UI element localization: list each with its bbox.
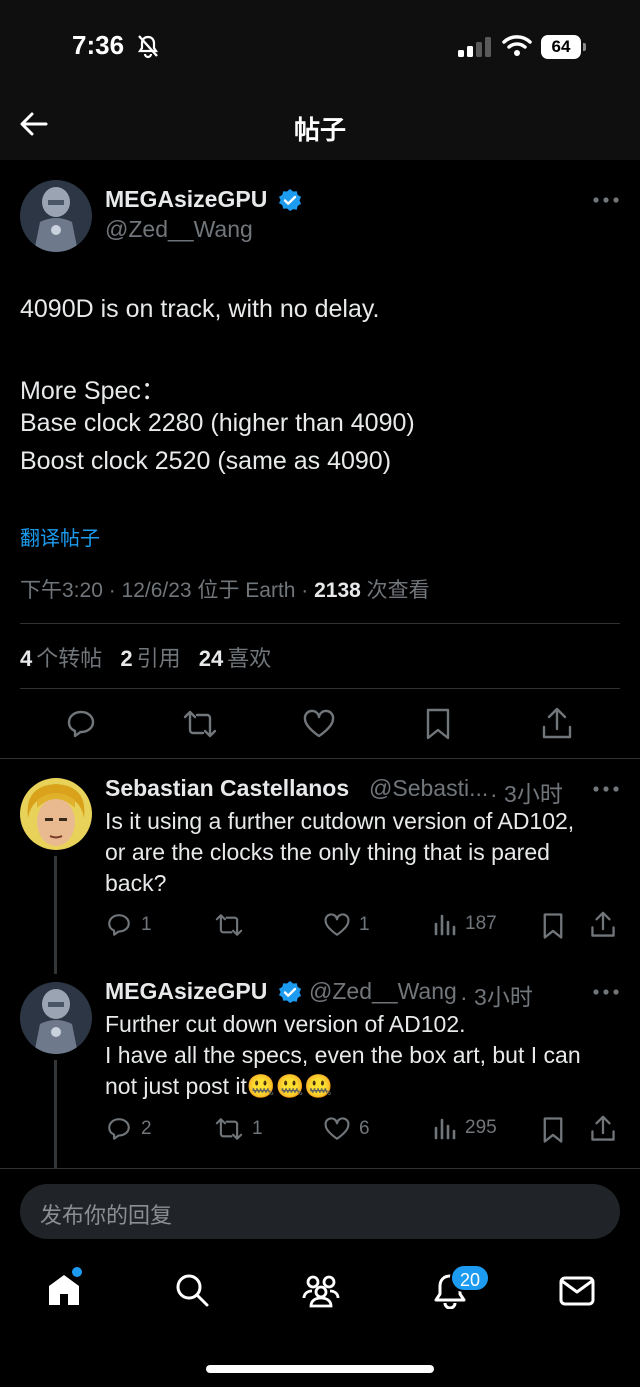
divider <box>20 623 620 624</box>
like-action[interactable]: 1 <box>323 912 370 938</box>
translate-post-link[interactable]: 翻译帖子 <box>20 522 100 551</box>
post-timestamp-location: 下午3:20 · 12/6/23 位于 Earth · <box>20 579 315 602</box>
status-bar: 7:36 64 <box>0 0 640 90</box>
repost-icon[interactable] <box>183 708 217 740</box>
more-options-icon[interactable] <box>592 192 620 208</box>
top-bar: 帖子 <box>0 90 640 160</box>
view-count: 295 <box>465 1117 497 1138</box>
page-title: 帖子 <box>293 115 346 145</box>
bell-muted-icon <box>137 35 159 59</box>
engagement-stats: 4 个转帖 2 引用 24 喜欢 <box>20 641 283 673</box>
avatar[interactable] <box>20 778 92 850</box>
compose-placeholder: 发布你的回复 <box>40 1203 173 1228</box>
status-time: 7:36 <box>72 30 125 60</box>
battery-nub <box>583 43 586 51</box>
reply-text-line: Further cut down version of AD102. <box>105 1011 466 1037</box>
view-count: 2138 <box>314 579 361 602</box>
post-text-line: More Spec： <box>20 377 166 405</box>
reply-text-line: or are the clocks the only thing that is… <box>105 839 550 865</box>
repost-icon <box>215 1118 243 1140</box>
share-icon[interactable] <box>590 911 616 939</box>
notifications-badge: 20 <box>450 1264 490 1292</box>
anime-character-avatar-icon <box>20 778 92 850</box>
reply-author-handle[interactable]: @Zed__Wang <box>309 978 457 1005</box>
home-unread-dot <box>72 1267 82 1277</box>
messages-icon[interactable] <box>559 1275 595 1307</box>
thread-line <box>54 1060 57 1168</box>
reply-text-line: Is it using a further cutdown version of… <box>105 808 575 834</box>
likes-stat[interactable]: 24 喜欢 <box>199 646 272 671</box>
views-action[interactable]: 187 <box>433 912 497 936</box>
more-options-icon[interactable] <box>592 781 620 797</box>
view-count-label: 次查看 <box>360 579 430 602</box>
bookmark-icon[interactable] <box>424 707 452 741</box>
more-options-icon[interactable] <box>592 984 620 1000</box>
like-count: 1 <box>359 914 370 935</box>
reply-icon[interactable] <box>65 708 97 740</box>
avatar[interactable] <box>20 982 92 1054</box>
share-icon[interactable] <box>590 1115 616 1143</box>
reply-text-line: I have all the specs, even the box art, … <box>105 1042 581 1068</box>
reply-author-name[interactable]: MEGAsizeGPU <box>105 978 267 1005</box>
post-text-line: 4090D is on track, with no delay. <box>20 295 380 323</box>
share-icon[interactable] <box>541 707 573 741</box>
reply-count: 2 <box>141 1118 152 1139</box>
avatar[interactable] <box>20 180 92 252</box>
divider <box>0 758 640 759</box>
reply-author-handle[interactable]: @Sebasti... <box>369 775 488 802</box>
communities-icon[interactable] <box>301 1272 341 1308</box>
verified-badge-icon <box>279 189 301 211</box>
post-text-line: Boost clock 2520 (same as 4090) <box>20 447 392 475</box>
like-action[interactable]: 6 <box>323 1116 370 1142</box>
post-text-line: Base clock 2280 (higher than 4090) <box>20 409 415 437</box>
reply-text-line: not just post it🤐🤐🤐 <box>105 1073 333 1099</box>
bookmark-icon[interactable] <box>541 1116 565 1144</box>
bookmark-icon[interactable] <box>541 912 565 940</box>
views-chart-icon <box>434 1118 456 1140</box>
author-name[interactable]: MEGAsizeGPU <box>105 186 267 213</box>
reply-icon <box>108 1118 130 1140</box>
views-chart-icon <box>434 914 456 936</box>
robot-avatar-icon <box>20 180 92 252</box>
reply-action[interactable]: 2 <box>105 1116 152 1142</box>
reply-action[interactable]: 1 <box>105 912 152 938</box>
like-icon <box>324 1117 350 1140</box>
search-icon[interactable] <box>174 1272 210 1308</box>
reply-time: · 3小时 <box>490 781 563 807</box>
home-icon[interactable] <box>46 1272 82 1308</box>
reply-text-line: back? <box>105 870 167 896</box>
robot-avatar-icon <box>20 982 92 1054</box>
home-indicator <box>206 1365 434 1373</box>
post-meta: 下午3:20 · 12/6/23 位于 Earth · 2138 次查看 <box>20 574 430 604</box>
reply-author-name[interactable]: Sebastian Castellanos <box>105 775 349 802</box>
divider <box>20 688 620 689</box>
battery-indicator: 64 <box>541 35 581 59</box>
reply-count: 1 <box>141 914 152 935</box>
author-handle[interactable]: @Zed__Wang <box>105 216 253 243</box>
like-icon <box>324 913 350 936</box>
repost-action[interactable] <box>214 912 252 938</box>
like-icon[interactable] <box>302 708 336 740</box>
quotes-stat[interactable]: 2 引用 <box>120 646 180 671</box>
cellular-signal-icon <box>458 37 491 57</box>
like-count: 6 <box>359 1118 370 1139</box>
view-count: 187 <box>465 913 497 934</box>
reposts-stat[interactable]: 4 个转帖 <box>20 646 102 671</box>
wifi-icon <box>502 35 532 56</box>
reply-time: · 3小时 <box>460 984 533 1010</box>
reply-icon <box>108 914 130 936</box>
repost-action[interactable]: 1 <box>214 1116 263 1142</box>
verified-badge-icon <box>279 981 301 1003</box>
repost-count: 1 <box>252 1118 263 1139</box>
repost-icon <box>215 914 243 936</box>
divider <box>0 1168 640 1169</box>
thread-line <box>54 856 57 974</box>
reply-compose-input[interactable]: 发布你的回复 <box>20 1184 620 1239</box>
views-action[interactable]: 295 <box>433 1116 497 1140</box>
